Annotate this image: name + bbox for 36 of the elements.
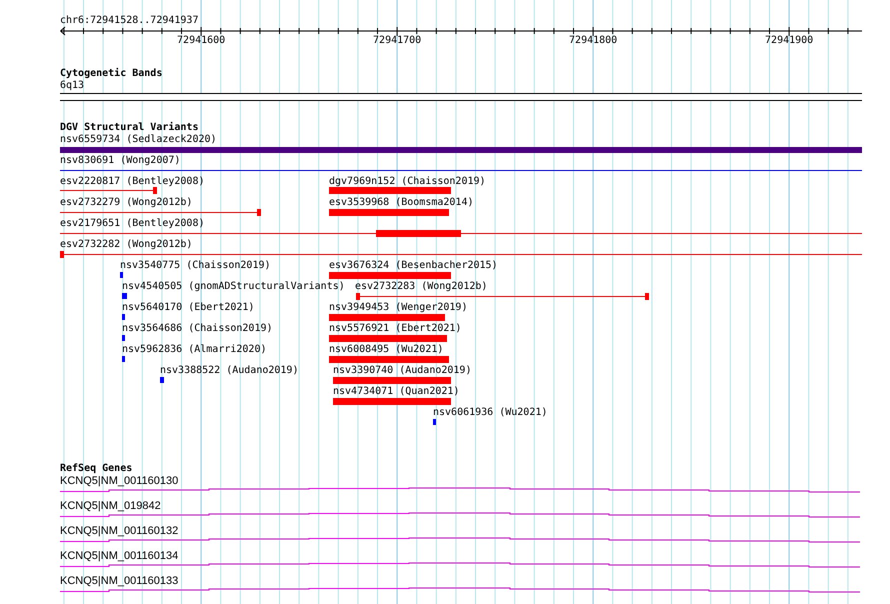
- gene-label: KCNQ5|NM_019842: [60, 500, 161, 512]
- gene-label: KCNQ5|NM_001160130: [60, 475, 178, 487]
- variant-label: nsv6008495 (Wu2021): [329, 344, 444, 356]
- variant-label: nsv6061936 (Wu2021): [433, 407, 548, 419]
- variant-label: nsv3540775 (Chaisson2019): [120, 260, 271, 272]
- variant-label: nsv6559734 (Sedlazeck2020): [60, 134, 217, 146]
- variant-label: nsv3949453 (Wenger2019): [329, 302, 468, 314]
- gene-label: KCNQ5|NM_001160133: [60, 575, 178, 587]
- variant-label: esv2179651 (Bentley2008): [60, 218, 204, 230]
- tick-label: 72941900: [765, 35, 814, 47]
- track-title: Cytogenetic Bands: [60, 68, 162, 80]
- variant-label: nsv3564686 (Chaisson2019): [122, 323, 273, 335]
- tick-label: 72941600: [177, 35, 226, 47]
- variant-label: nsv5640170 (Ebert2021): [122, 302, 254, 314]
- track-title: DGV Structural Variants: [60, 122, 198, 134]
- variant-label: nsv5962836 (Almarri2020): [122, 344, 266, 356]
- gene-label: KCNQ5|NM_001160134: [60, 550, 178, 562]
- variant-label: esv2732279 (Wong2012b): [60, 197, 192, 209]
- variant-label: nsv5576921 (Ebert2021): [329, 323, 462, 335]
- variant-label: esv3539968 (Boomsma2014): [329, 197, 474, 209]
- variant-label: nsv4734071 (Quan2021): [333, 386, 460, 398]
- variant-label: nsv3388522 (Audano2019): [160, 365, 298, 377]
- track-title: RefSeq Genes: [60, 463, 132, 475]
- variant-label: nsv830691 (Wong2007): [60, 155, 180, 167]
- variant-label: esv3676324 (Besenbacher2015): [329, 260, 498, 272]
- variant-label: esv2220817 (Bentley2008): [60, 176, 204, 188]
- tick-label: 72941700: [373, 35, 422, 47]
- band-label: 6q13: [60, 80, 84, 92]
- variant-label: dgv7969n152 (Chaisson2019): [329, 176, 486, 188]
- variant-label: nsv3390740 (Audano2019): [333, 365, 472, 377]
- variant-label: nsv4540505 (gnomADStructuralVariants): [122, 281, 345, 293]
- variant-label: esv2732282 (Wong2012b): [60, 239, 192, 251]
- region-label: chr6:72941528..72941937: [60, 15, 198, 27]
- variant-label: esv2732283 (Wong2012b): [355, 281, 488, 293]
- gene-label: KCNQ5|NM_001160132: [60, 525, 178, 537]
- tick-label: 72941800: [569, 35, 618, 47]
